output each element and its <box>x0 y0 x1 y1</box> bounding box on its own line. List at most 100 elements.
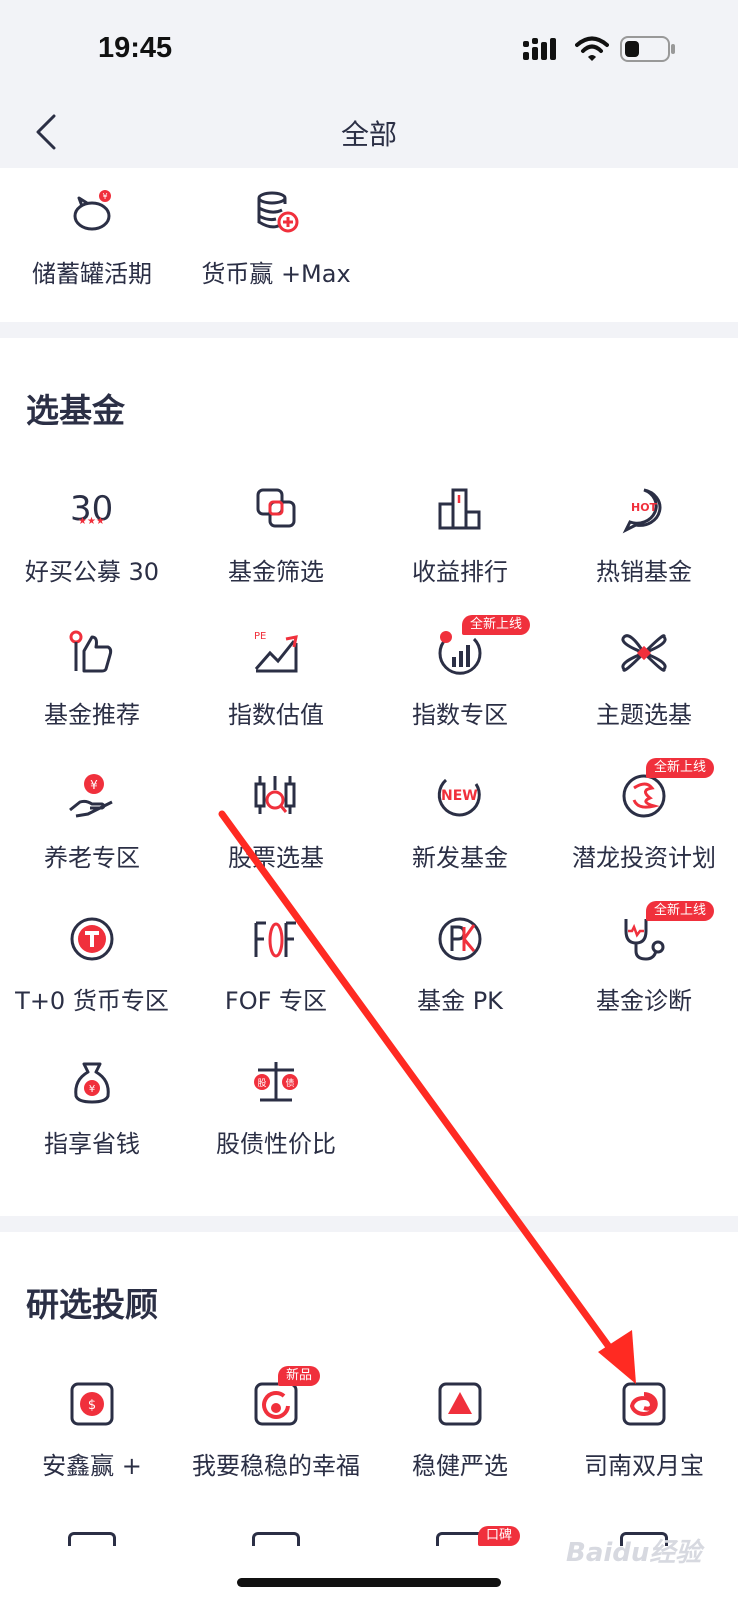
grid-item-label: 新发基金 <box>412 844 508 872</box>
svg-text:★★★: ★★★ <box>78 516 105 527</box>
piggy-bank-icon: ¥ <box>73 190 111 231</box>
grid-item-index-zone[interactable]: 全新上线 指数专区 <box>368 615 552 759</box>
grid-item-fund-diagnosis[interactable]: 全新上线 基金诊断 <box>552 901 736 1045</box>
wifi-icon <box>575 36 609 61</box>
thumbs-up-icon <box>69 630 113 673</box>
nav-bar: 全部 <box>0 96 738 168</box>
candlestick-search-icon <box>254 776 296 814</box>
grid-item-label: 潜龙投资计划 <box>572 844 716 872</box>
grid-item-save-money[interactable]: ¥ 指享省钱 <box>0 1058 184 1188</box>
circle-arrow-box-icon <box>254 1382 298 1426</box>
grid-item-ranking[interactable]: 收益排行 <box>368 486 552 616</box>
grid-item-steady-select[interactable]: 稳健严选 <box>368 1380 552 1510</box>
grid-item-label: 司南双月宝 <box>584 1452 704 1480</box>
grid-item-label: FOF 专区 <box>224 987 328 1015</box>
grid-item-sinan-bimonthly[interactable]: 司南双月宝 <box>552 1380 736 1510</box>
grid-item-label: 指享省钱 <box>44 1130 140 1158</box>
hand-coin-icon: ¥ <box>69 774 113 818</box>
grid-item-label: 基金筛选 <box>228 558 324 586</box>
grid-item-label: 基金诊断 <box>596 987 692 1015</box>
status-bar: 19:45 <box>0 0 738 96</box>
coin-stack-plus-icon <box>257 191 299 233</box>
grid-item-qianlong-plan[interactable]: 全新上线 潜龙投资计划 <box>552 758 736 902</box>
grid-item-howbuy30[interactable]: 30 ★★★ 好买公募 30 <box>0 486 184 616</box>
grid-item-anxin[interactable]: $ 安鑫赢 + <box>0 1380 184 1510</box>
grid-item-index-valuation[interactable]: PE 指数估值 <box>184 629 368 759</box>
grid-item-label: 安鑫赢 + <box>42 1452 142 1480</box>
hot-bubble-icon: HOT <box>622 488 662 534</box>
svg-text:债: 债 <box>285 1077 294 1089</box>
svg-text:PE: PE <box>254 631 266 642</box>
grid-item-pension[interactable]: ¥ 养老专区 <box>0 772 184 902</box>
signal-icon <box>523 38 556 60</box>
grid-item-label: 储蓄罐活期 <box>32 260 152 288</box>
svg-text:HOT: HOT <box>631 501 658 514</box>
grid-item-label: 稳健严选 <box>412 1452 508 1480</box>
pk-icon <box>438 917 482 961</box>
new-launch-badge: 全新上线 <box>646 758 715 778</box>
grid-item-hot-funds[interactable]: HOT 热销基金 <box>552 486 736 616</box>
grid-item-fund-recommend[interactable]: 基金推荐 <box>0 629 184 759</box>
new-launch-badge: 全新上线 <box>462 615 531 635</box>
battery-icon <box>620 36 675 62</box>
partial-icon <box>436 1532 484 1546</box>
grid-item-stock-bond-ratio[interactable]: 股 债 股债性价比 <box>184 1058 368 1188</box>
money-bag-icon: ¥ <box>74 1062 110 1104</box>
grid-item-label: 指数估值 <box>228 701 324 729</box>
grid-item-label: 好买公募 30 <box>24 558 160 586</box>
podium-icon <box>438 488 481 530</box>
number-30-icon: 30 ★★★ <box>70 489 113 529</box>
balance-scale-icon: 股 债 <box>254 1062 298 1102</box>
grid-item-label: 我要稳稳的幸福 <box>192 1452 360 1480</box>
grid-item-fof[interactable]: FOF 专区 <box>184 915 368 1045</box>
grid-item-theme-fund[interactable]: 主题选基 <box>552 629 736 759</box>
new-launch-badge: 全新上线 <box>646 901 715 921</box>
triangle-box-icon <box>438 1382 482 1426</box>
grid-item-label: 股票选基 <box>228 844 324 872</box>
partial-icon <box>252 1532 300 1546</box>
svg-text:NEW: NEW <box>441 788 478 804</box>
pe-chart-icon: PE <box>254 631 298 673</box>
reputation-badge: 口碑 <box>478 1526 521 1546</box>
dollar-box-icon: $ <box>70 1382 114 1426</box>
spiral-box-icon <box>622 1382 666 1426</box>
svg-text:$: $ <box>88 1398 96 1413</box>
grid-item-fund-pk[interactable]: 基金 PK <box>368 915 552 1045</box>
top-card: ¥ 储蓄罐活期 货币赢 +Max <box>0 168 738 322</box>
grid-item-t0-money[interactable]: T+0 货币专区 <box>0 915 184 1045</box>
index-gauge-icon <box>438 631 482 675</box>
fof-icon <box>254 921 296 958</box>
grid-item-fund-filter[interactable]: 基金筛选 <box>184 486 368 616</box>
section-title-fund: 选基金 <box>26 391 125 430</box>
svg-text:¥: ¥ <box>90 778 98 792</box>
dragon-icon <box>622 774 666 818</box>
grid-item-label: 货币赢 +Max <box>201 260 351 288</box>
page-title: 全部 <box>340 118 397 151</box>
new-product-badge: 新品 <box>278 1366 321 1386</box>
partial-icon <box>68 1532 116 1546</box>
grid-item-label: 收益排行 <box>412 558 508 586</box>
grid-item-money-max[interactable]: 货币赢 +Max <box>184 188 368 318</box>
grid-item-steady-happiness[interactable]: 新品 我要稳稳的幸福 <box>184 1366 368 1510</box>
overlap-squares-icon <box>256 488 296 528</box>
grid-item-label: 指数专区 <box>412 701 508 729</box>
svg-text:¥: ¥ <box>89 1084 95 1095</box>
t-zero-icon <box>70 917 114 961</box>
svg-text:¥: ¥ <box>102 192 107 201</box>
stethoscope-icon <box>624 919 665 961</box>
grid-item-new-funds[interactable]: NEW 新发基金 <box>368 772 552 902</box>
grid-item-stock-fund[interactable]: 股票选基 <box>184 772 368 902</box>
grid-item-label: 股债性价比 <box>216 1130 336 1158</box>
svg-text:股: 股 <box>257 1078 266 1089</box>
home-indicator[interactable] <box>237 1578 501 1587</box>
grid-item-label: T+0 货币专区 <box>15 987 169 1015</box>
grid-item-label: 主题选基 <box>596 701 692 729</box>
section-title-advisor: 研选投顾 <box>26 1285 158 1324</box>
fund-section-card: 选基金 30 ★★★ 好买公募 30 基金筛选 收益排行 HOT 热销基金 基金… <box>0 338 738 1216</box>
grid-item-label: 基金 PK <box>417 987 503 1015</box>
grid-item-label: 养老专区 <box>44 844 140 872</box>
status-time: 19:45 <box>98 32 173 64</box>
grid-item-label: 基金推荐 <box>44 701 140 729</box>
clover-icon <box>621 634 667 672</box>
grid-item-savings[interactable]: ¥ 储蓄罐活期 <box>0 188 184 318</box>
